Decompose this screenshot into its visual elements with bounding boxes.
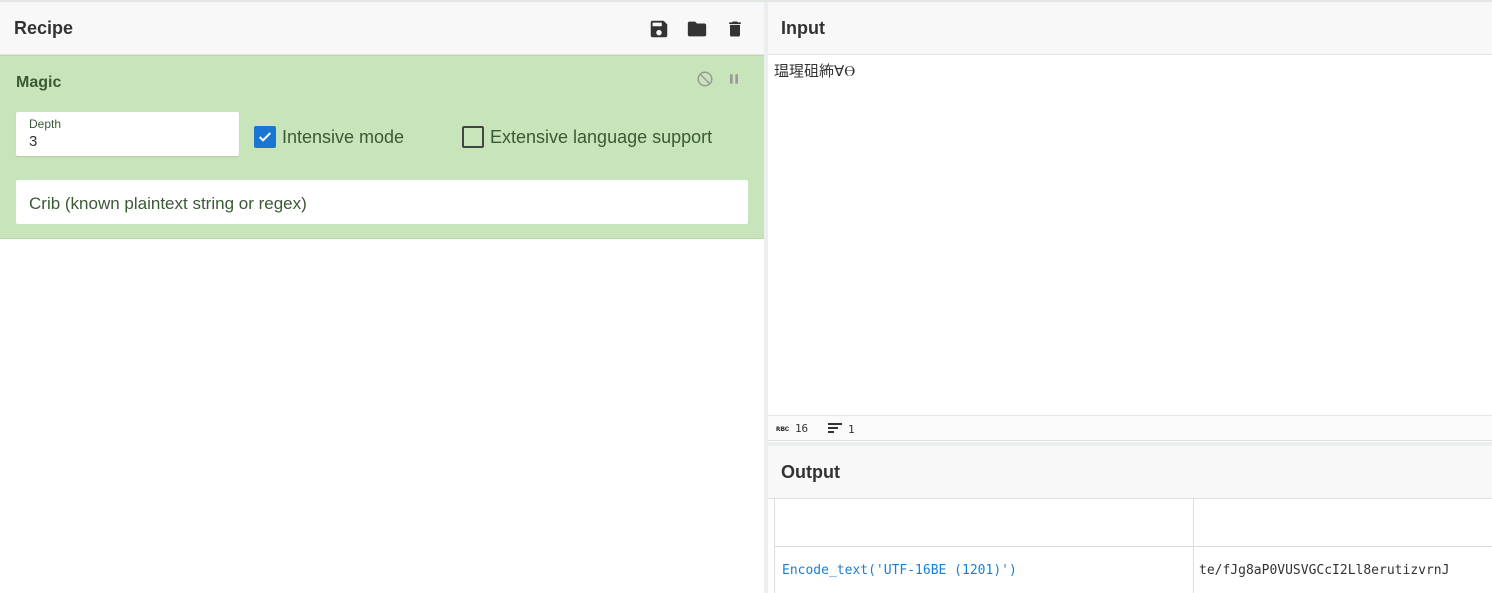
lines-icon bbox=[828, 422, 842, 437]
result-cell bbox=[1194, 497, 1492, 547]
output-pane: Output Encode_text('UTF-16BE (1201)') te… bbox=[768, 446, 1492, 593]
table-row: Encode_text('UTF-16BE (1201)') te/fJg8aP… bbox=[774, 547, 1492, 593]
result-cell: te/fJg8aP0VUSVGCcI2Ll8erutizvrnJ bbox=[1194, 547, 1492, 593]
intensive-mode-label: Intensive mode bbox=[282, 127, 404, 148]
input-header: Input bbox=[768, 2, 1492, 55]
extensive-language-checkbox[interactable]: Extensive language support bbox=[462, 126, 712, 148]
folder-icon[interactable] bbox=[684, 16, 710, 42]
intensive-mode-checkbox[interactable]: Intensive mode bbox=[254, 126, 404, 148]
char-count: 16 bbox=[795, 422, 808, 435]
line-count: 1 bbox=[848, 423, 855, 436]
magic-operation: Magic Depth 3 Intensive mode Extensive l… bbox=[0, 55, 764, 239]
crib-input[interactable]: Crib (known plaintext string or regex) bbox=[16, 180, 748, 224]
checkbox-unchecked-icon[interactable] bbox=[462, 126, 484, 148]
input-title: Input bbox=[781, 18, 825, 39]
input-textarea[interactable]: 瑥𨀠瑆𣿣𠿠𢁔砠𣀠𥿠𣀠𤿢∀Ⲑ𠿣噿 bbox=[774, 60, 855, 81]
recipe-link[interactable]: Encode_text('UTF-16BE (1201)') bbox=[782, 563, 1017, 578]
operation-controls bbox=[696, 70, 742, 93]
magic-results-table: Encode_text('UTF-16BE (1201)') te/fJg8aP… bbox=[774, 497, 1492, 593]
depth-label: Depth bbox=[29, 117, 61, 131]
input-pane: Input 瑥𨀠瑆𣿣𠿠𢁔砠𣀠𥿠𣀠𤿢∀Ⲑ𠿣噿 ʀʙᴄ 16 1 bbox=[768, 2, 1492, 442]
recipe-pane: Recipe Magic Depth 3 Intensive mode Exte… bbox=[0, 2, 764, 593]
depth-value[interactable]: 3 bbox=[29, 133, 37, 150]
operation-title: Magic bbox=[16, 74, 61, 92]
line-count-stat: 1 bbox=[828, 422, 855, 437]
depth-field[interactable]: Depth 3 bbox=[16, 112, 239, 156]
recipe-toolbar bbox=[646, 16, 748, 42]
disable-icon[interactable] bbox=[696, 70, 714, 93]
output-title: Output bbox=[781, 462, 840, 483]
result-text: te/fJg8aP0VUSVGCcI2Ll8erutizvrnJ bbox=[1199, 563, 1449, 578]
table-row bbox=[774, 497, 1492, 547]
checkbox-checked-icon[interactable] bbox=[254, 126, 276, 148]
save-icon[interactable] bbox=[646, 16, 672, 42]
extensive-language-label: Extensive language support bbox=[490, 127, 712, 148]
recipe-cell bbox=[774, 497, 1194, 547]
abc-icon: ʀʙᴄ bbox=[776, 424, 789, 434]
crib-placeholder: Crib (known plaintext string or regex) bbox=[29, 194, 307, 214]
output-header: Output bbox=[768, 446, 1492, 499]
char-count-stat: ʀʙᴄ 16 bbox=[776, 422, 808, 435]
trash-icon[interactable] bbox=[722, 16, 748, 42]
pause-icon[interactable] bbox=[726, 70, 742, 93]
input-statusbar: ʀʙᴄ 16 1 bbox=[768, 415, 1492, 441]
app: Recipe Magic Depth 3 Intensive mode Exte… bbox=[0, 0, 1492, 593]
recipe-cell: Encode_text('UTF-16BE (1201)') bbox=[774, 547, 1194, 593]
recipe-title: Recipe bbox=[14, 18, 73, 39]
